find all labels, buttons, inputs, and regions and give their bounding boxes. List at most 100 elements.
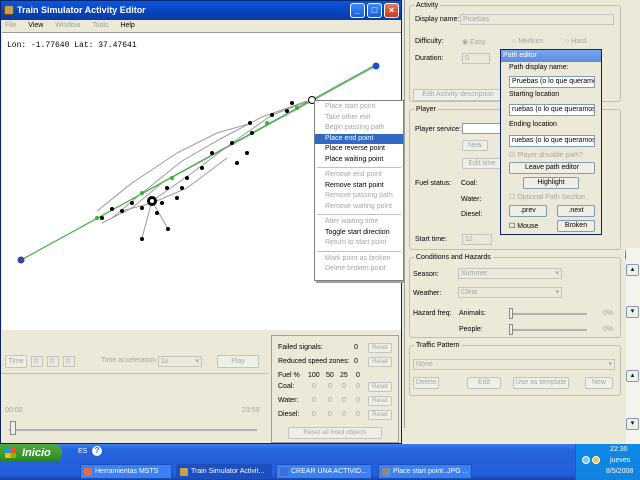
- fuel-header: Fuel %: [278, 372, 300, 379]
- time-slider-track[interactable]: [9, 429, 257, 431]
- start-button[interactable]: Inicio: [0, 444, 62, 462]
- path-node: [170, 176, 174, 180]
- menu-item-return-to-start-point[interactable]: Return to start point: [315, 238, 403, 249]
- reset-signals-button[interactable]: Reset: [368, 343, 392, 353]
- volume-icon[interactable]: [592, 456, 600, 464]
- time-button[interactable]: Time: [5, 355, 27, 368]
- prev-button[interactable]: .prev: [509, 205, 547, 217]
- menu-item-alter-waiting-time[interactable]: Alter waiting time: [315, 217, 403, 228]
- next-button[interactable]: .next: [557, 205, 595, 217]
- ending-location-input[interactable]: ruebas (o lo que queramos).: [509, 135, 595, 147]
- delete-traffic-button[interactable]: Delete: [413, 377, 439, 389]
- menu-help[interactable]: Help: [120, 20, 134, 31]
- edit-traffic-button[interactable]: Edit: [467, 377, 501, 389]
- scrollbar[interactable]: ▴ ▾ ▴ ▾: [626, 248, 640, 444]
- scroll-down-icon[interactable]: ▾: [626, 306, 639, 318]
- menu-tools[interactable]: Tools: [92, 20, 108, 31]
- time-minutes-field[interactable]: 0: [47, 356, 59, 367]
- broken-button[interactable]: Broken: [557, 220, 595, 232]
- menu-window[interactable]: Window: [55, 20, 80, 31]
- system-tray: 22:30 jueves 8/5/2008: [575, 444, 640, 480]
- taskbar-item-image-viewer[interactable]: Place start point..JPG ...: [378, 464, 472, 479]
- display-name-input[interactable]: Pruebas: [460, 14, 614, 25]
- optional-path-section-checkbox[interactable]: ☐ Optional Path Section: [509, 193, 585, 201]
- season-select[interactable]: Summer ▾: [458, 268, 562, 279]
- weather-select[interactable]: Clear ▾: [458, 287, 562, 298]
- start-time-hours-field[interactable]: 12: [462, 234, 492, 245]
- task-label: Train Simulator Activit...: [191, 468, 265, 475]
- path-node: [295, 106, 299, 110]
- clock-time[interactable]: 22:30: [610, 446, 628, 453]
- title-bar[interactable]: Train Simulator Activity Editor _ □ ×: [1, 1, 401, 20]
- scroll-up-icon[interactable]: ▴: [626, 264, 639, 276]
- starting-location-input[interactable]: ruebas (o lo que queramos).: [509, 104, 595, 116]
- close-button[interactable]: ×: [384, 3, 399, 18]
- menu-item-remove-passing-path[interactable]: Remove passing path: [315, 191, 403, 202]
- track-node: [130, 201, 134, 205]
- menu-item-toggle-start-direction[interactable]: Toggle start direction: [315, 228, 403, 239]
- path-display-name-input[interactable]: Pruebas (o lo que queramos: [509, 76, 595, 88]
- taskbar-item-activity-editor[interactable]: Train Simulator Activit...: [176, 464, 272, 479]
- time-slider-thumb[interactable]: [10, 421, 16, 435]
- animals-slider-thumb[interactable]: [509, 308, 513, 319]
- background-window-edge: [626, 0, 640, 248]
- menu-item-place-reverse-point[interactable]: Place reverse point: [315, 144, 403, 155]
- reduced-speed-value: 0: [354, 358, 358, 365]
- help-icon[interactable]: ?: [92, 446, 102, 456]
- menu-item-begin-passing-path[interactable]: Begin passing path: [315, 123, 403, 134]
- network-icon[interactable]: [582, 456, 590, 464]
- menu-item-delete-broken-point[interactable]: Delete broken point: [315, 264, 403, 275]
- player-service-select[interactable]: [462, 123, 502, 134]
- maximize-button[interactable]: □: [367, 3, 382, 18]
- season-value: Summer: [461, 270, 488, 277]
- document-icon: [280, 468, 288, 476]
- play-button[interactable]: Play: [217, 355, 259, 368]
- reset-coal-button[interactable]: Reset: [368, 382, 392, 392]
- reset-water-button[interactable]: Reset: [368, 396, 392, 406]
- reset-all-fixed-objects-button[interactable]: Reset all fixed objects: [288, 427, 382, 439]
- difficulty-medium-radio[interactable]: ○ Medium: [512, 38, 543, 45]
- water-label: Water:: [278, 397, 299, 404]
- menu-item-place-start-point[interactable]: Place start point: [315, 102, 403, 113]
- minimize-button[interactable]: _: [350, 3, 365, 18]
- animals-slider[interactable]: [511, 313, 587, 315]
- player-drivable-checkbox[interactable]: ☑ Player drivable path?: [509, 151, 583, 159]
- highlight-button[interactable]: Highlight: [523, 177, 579, 189]
- new-service-button[interactable]: New: [462, 140, 488, 151]
- reset-diesel-button[interactable]: Reset: [368, 410, 392, 420]
- scroll-up-icon[interactable]: ▴: [626, 370, 639, 382]
- time-seconds-field[interactable]: 0: [63, 356, 75, 367]
- menu-item-remove-waiting-point[interactable]: Remove waiting point: [315, 202, 403, 213]
- duration-hours-field[interactable]: 0: [462, 53, 490, 64]
- menu-view[interactable]: View: [28, 20, 43, 31]
- mouse-checkbox[interactable]: ☐ Mouse: [509, 222, 538, 230]
- coal-3: 0: [356, 383, 360, 390]
- fuel-col-100: 100: [308, 372, 320, 379]
- edit-time-button[interactable]: Edit time: [462, 158, 502, 169]
- difficulty-easy-radio[interactable]: ◉ Easy: [462, 38, 486, 46]
- language-indicator[interactable]: ES: [78, 448, 87, 455]
- menu-item-remove-end-point[interactable]: Remove end point: [315, 170, 403, 181]
- taskbar-item-herramientas[interactable]: Herramientas MSTS: [80, 464, 172, 479]
- menu-item-remove-start-point[interactable]: Remove start point: [315, 181, 403, 192]
- menu-item-mark-point-broken[interactable]: Mark point as broken: [315, 254, 403, 265]
- leave-path-editor-button[interactable]: Leave path editor: [509, 162, 595, 174]
- reset-speed-zones-button[interactable]: Reset: [368, 357, 392, 367]
- activity-legend: Activity: [416, 2, 439, 9]
- people-slider-thumb[interactable]: [509, 324, 513, 335]
- edit-activity-description-button[interactable]: Edit Activity description: [413, 89, 503, 101]
- scroll-down-icon[interactable]: ▾: [626, 418, 639, 430]
- menu-file[interactable]: File: [5, 20, 16, 31]
- traffic-pattern-select[interactable]: None ▾: [413, 359, 615, 370]
- people-slider[interactable]: [511, 329, 587, 331]
- path-editor-title[interactable]: Path editor: [501, 50, 601, 62]
- use-as-template-button[interactable]: Use as template: [513, 377, 569, 389]
- time-hours-field[interactable]: 0: [31, 356, 43, 367]
- taskbar-item-crear-actividad[interactable]: CREAR UNA ACTIVID...: [276, 464, 372, 479]
- difficulty-hard-radio[interactable]: ○ Hard: [565, 38, 586, 45]
- new-traffic-button[interactable]: New: [585, 377, 613, 389]
- menu-item-place-waiting-point[interactable]: Place waiting point: [315, 155, 403, 166]
- menu-item-place-end-point[interactable]: Place end point: [315, 133, 403, 144]
- menu-item-take-other-exit[interactable]: Take other exit: [315, 113, 403, 124]
- time-acceleration-select[interactable]: 1x ▾: [158, 356, 202, 367]
